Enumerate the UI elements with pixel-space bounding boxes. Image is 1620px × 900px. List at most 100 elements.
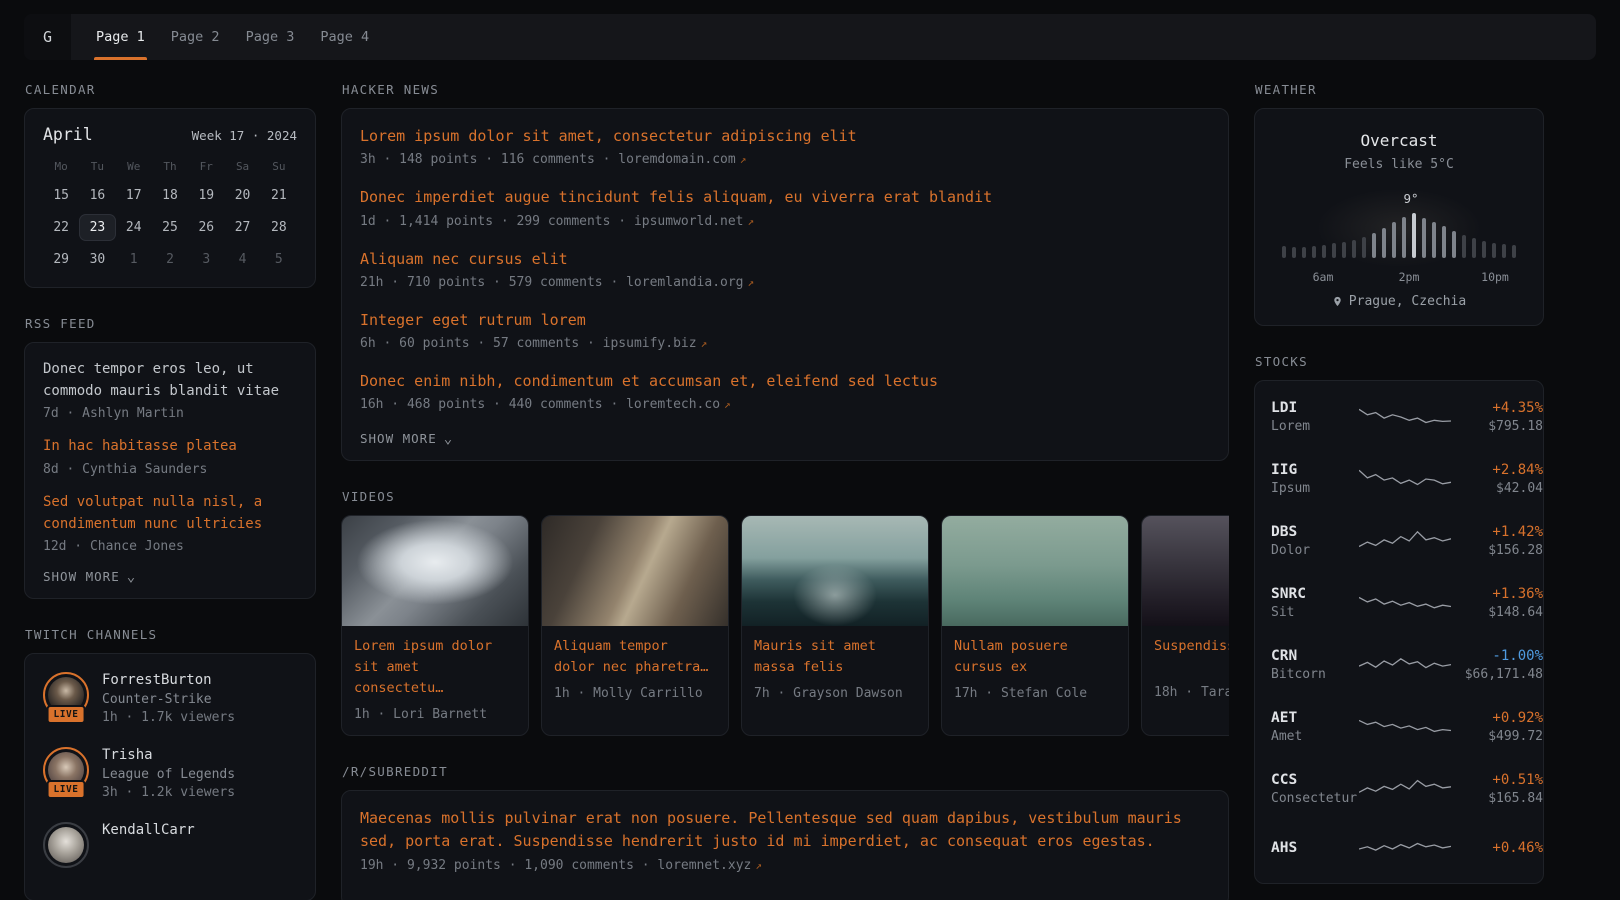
video-card[interactable]: Lorem ipsum dolor sit amet consectetu… 1…	[341, 515, 529, 736]
stock-ticker[interactable]: CRN	[1271, 648, 1359, 664]
weather-bar	[1312, 246, 1316, 258]
weather-chart: 9° 6am 2pm 10pm	[1271, 180, 1527, 284]
rss-item-title[interactable]: Donec tempor eros leo, ut commodo mauris…	[43, 359, 297, 402]
weather-time-label: 2pm	[1399, 270, 1420, 284]
stock-ticker[interactable]: LDI	[1271, 400, 1359, 416]
stock-sparkline	[1359, 774, 1451, 804]
stock-ticker[interactable]: AHS	[1271, 840, 1359, 856]
weather-bar	[1302, 247, 1306, 258]
video-title[interactable]: Nullam posuere cursus ex	[954, 636, 1116, 678]
hn-item-domain-link[interactable]: loremlandia.org	[626, 275, 743, 290]
rss-item-title[interactable]: Sed volutpat nulla nisl, a condimentum n…	[43, 492, 297, 535]
weather-bar	[1282, 246, 1286, 258]
video-card[interactable]: Mauris sit amet massa felis 7h · Grayson…	[741, 515, 929, 736]
calendar-day-next-month: 3	[188, 246, 224, 273]
video-thumbnail[interactable]	[342, 516, 528, 626]
video-title[interactable]: Aliquam tempor dolor nec pharetra…	[554, 636, 716, 678]
hn-item-title[interactable]: Donec enim nibh, condimentum et accumsan…	[360, 370, 1210, 393]
rss-item-title[interactable]: In hac habitasse platea	[43, 436, 297, 458]
hn-item-meta: 16h · 468 points · 440 comments · loremt…	[360, 397, 1210, 412]
weather-bar	[1372, 233, 1376, 258]
weather-bar	[1382, 228, 1386, 258]
weather-section: WEATHER Overcast Feels like 5°C 9° 6am 2…	[1254, 82, 1544, 326]
video-title[interactable]: Lorem ipsum dolor sit amet consectetu…	[354, 636, 516, 699]
videos-row[interactable]: Lorem ipsum dolor sit amet consectetu… 1…	[341, 515, 1229, 736]
stock-change: +2.84%	[1451, 462, 1543, 478]
tab-page-1[interactable]: Page 1	[83, 14, 158, 60]
twitch-channel[interactable]: KendallCarr	[43, 822, 297, 868]
hn-item-domain-link[interactable]: ipsumworld.net	[634, 214, 744, 229]
calendar-widget: April Week 17 · 2024 Mo Tu We Th Fr Sa S…	[24, 108, 316, 288]
stock-name: Lorem	[1271, 419, 1359, 434]
hn-item-meta: 3h · 148 points · 116 comments · loremdo…	[360, 152, 1210, 167]
stock-row[interactable]: IIGIpsum +2.84%$42.04	[1271, 448, 1527, 510]
hn-item-stats: 21h · 710 points · 579 comments ·	[360, 275, 626, 290]
stock-ticker[interactable]: CCS	[1271, 772, 1359, 788]
tab-page-4[interactable]: Page 4	[307, 14, 382, 60]
reddit-post-domain-link[interactable]: loremnet.xyz	[657, 858, 751, 873]
tab-page-2[interactable]: Page 2	[158, 14, 233, 60]
stock-sparkline	[1359, 650, 1451, 680]
weather-location-text: Prague, Czechia	[1349, 294, 1466, 309]
video-card[interactable]: Aliquam tempor dolor nec pharetra… 1h · …	[541, 515, 729, 736]
hn-item-title[interactable]: Donec imperdiet augue tincidunt felis al…	[360, 186, 1210, 209]
external-link-icon: ↗	[701, 337, 708, 350]
hn-item-domain-link[interactable]: loremtech.co	[626, 397, 720, 412]
stock-row[interactable]: AHS +0.46%	[1271, 820, 1527, 878]
twitch-channel[interactable]: LIVE Trisha League of Legends 3h · 1.2k …	[43, 747, 297, 800]
stock-ticker[interactable]: IIG	[1271, 462, 1359, 478]
tab-page-3[interactable]: Page 3	[233, 14, 308, 60]
stock-row[interactable]: DBSDolor +1.42%$156.28	[1271, 510, 1527, 572]
twitch-channel-info: KendallCarr	[102, 822, 195, 839]
video-meta: 1h · Molly Carrillo	[554, 686, 716, 701]
subreddit-section-title: /R/SUBREDDIT	[342, 764, 1229, 779]
stock-row[interactable]: SNRCSit +1.36%$148.64	[1271, 572, 1527, 634]
weather-widget: Overcast Feels like 5°C 9° 6am 2pm 10pm …	[1254, 108, 1544, 326]
rss-item: Donec tempor eros leo, ut commodo mauris…	[43, 359, 297, 421]
hn-item-domain-link[interactable]: ipsumify.biz	[603, 336, 697, 351]
weather-bar	[1392, 222, 1396, 258]
video-meta: 18h · Tara	[1154, 685, 1229, 700]
calendar-day: 24	[116, 214, 152, 241]
hn-item-title[interactable]: Lorem ipsum dolor sit amet, consectetur …	[360, 125, 1210, 148]
weather-bar	[1432, 222, 1436, 258]
video-thumbnail[interactable]	[942, 516, 1128, 626]
stock-row[interactable]: AETAmet +0.92%$499.72	[1271, 696, 1527, 758]
hn-item-meta: 1d · 1,414 points · 299 comments · ipsum…	[360, 214, 1210, 229]
external-link-icon: ↗	[755, 859, 762, 872]
twitch-section: TWITCH CHANNELS LIVE ForrestBurton Count…	[24, 627, 316, 900]
stock-ticker[interactable]: SNRC	[1271, 586, 1359, 602]
twitch-channel-name[interactable]: KendallCarr	[102, 822, 195, 839]
twitch-channel-name[interactable]: Trisha	[102, 747, 235, 764]
video-card[interactable]: Nullam posuere cursus ex 17h · Stefan Co…	[941, 515, 1129, 736]
avatar[interactable]	[43, 822, 89, 868]
rss-show-more-button[interactable]: SHOW MORE ⌄	[43, 569, 136, 584]
reddit-post-title[interactable]: Maecenas mollis pulvinar erat non posuer…	[360, 807, 1210, 854]
video-title[interactable]: Mauris sit amet massa felis	[754, 636, 916, 678]
stock-ticker[interactable]: DBS	[1271, 524, 1359, 540]
hn-item-title[interactable]: Aliquam nec cursus elit	[360, 248, 1210, 271]
video-thumbnail[interactable]	[542, 516, 728, 626]
hn-item-stats: 1d · 1,414 points · 299 comments ·	[360, 214, 634, 229]
twitch-channel-name[interactable]: ForrestBurton	[102, 672, 235, 689]
hn-item-title[interactable]: Integer eget rutrum lorem	[360, 309, 1210, 332]
video-title[interactable]: Suspendisse diam	[1154, 636, 1229, 677]
avatar[interactable]: LIVE	[43, 672, 89, 718]
stock-row[interactable]: LDILorem +4.35%$795.18	[1271, 386, 1527, 448]
stock-ticker[interactable]: AET	[1271, 710, 1359, 726]
hn-show-more-button[interactable]: SHOW MORE ⌄	[360, 431, 453, 446]
avatar[interactable]: LIVE	[43, 747, 89, 793]
video-card[interactable]: Suspendisse diam 18h · Tara	[1141, 515, 1229, 736]
twitch-channel[interactable]: LIVE ForrestBurton Counter-Strike 1h · 1…	[43, 672, 297, 725]
video-thumbnail[interactable]	[1142, 516, 1229, 626]
rss-item-meta: 12d · Chance Jones	[43, 539, 297, 554]
video-thumbnail[interactable]	[742, 516, 928, 626]
show-more-label: SHOW MORE	[43, 569, 120, 584]
stock-row[interactable]: CRNBitcorn -1.00%$66,171.48	[1271, 634, 1527, 696]
hn-item-domain-link[interactable]: loremdomain.com	[618, 152, 735, 167]
stock-row[interactable]: CCSConsectetur +0.51%$165.84	[1271, 758, 1527, 820]
calendar-day-next-month: 2	[152, 246, 188, 273]
stock-sparkline	[1359, 588, 1451, 618]
calendar-dow: Su	[261, 157, 297, 177]
twitch-widget: LIVE ForrestBurton Counter-Strike 1h · 1…	[24, 653, 316, 900]
